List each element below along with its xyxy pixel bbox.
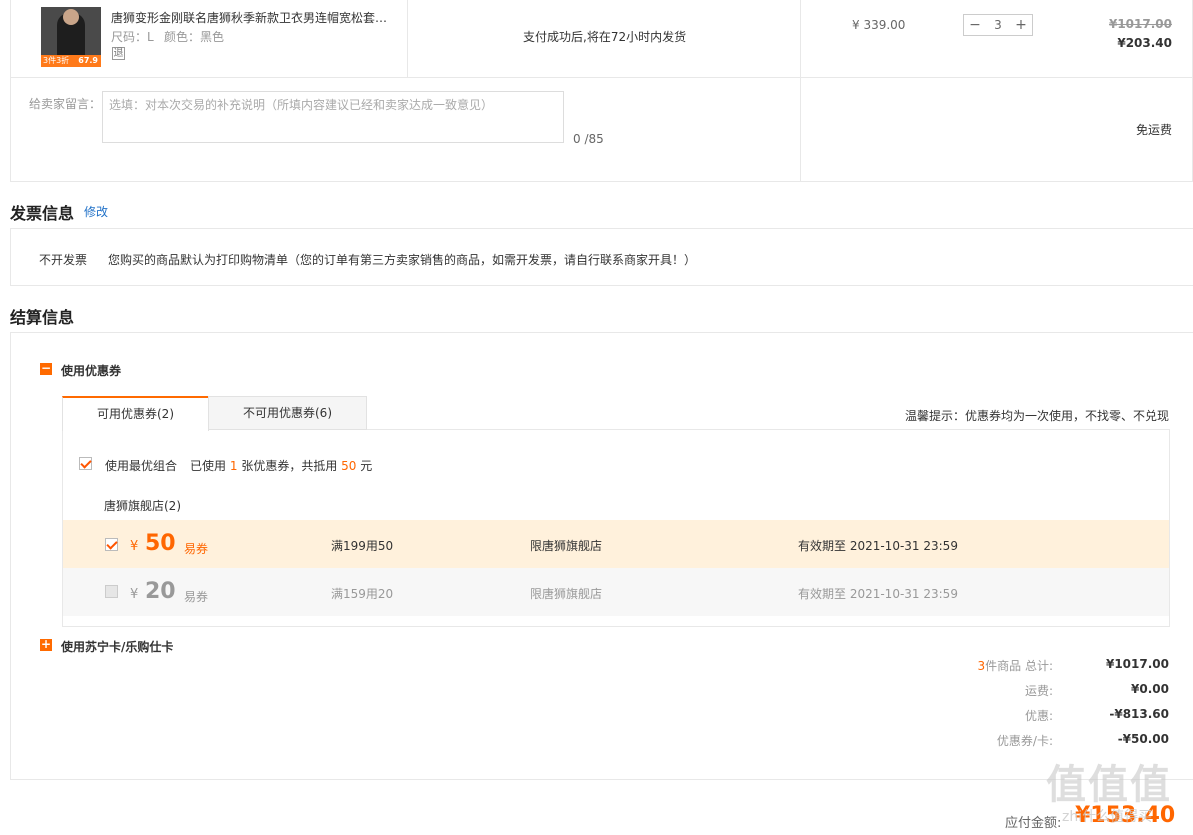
shipping-fee: 免运费	[1135, 123, 1172, 137]
summary-item-count: 3	[977, 659, 986, 673]
coupon-scope: 限唐狮旗舰店	[530, 587, 603, 601]
watermark-text: zhi什么值得买	[1062, 809, 1153, 825]
line-total: ¥203.40	[1117, 36, 1172, 50]
coupon-tip: 温馨提示：优惠券均为一次使用，不找零、不兑现	[904, 409, 1169, 423]
store-group-label: 唐狮旗舰店(2)	[104, 499, 181, 513]
quantity-minus-button[interactable]: −	[964, 15, 986, 35]
return-icon: 退	[112, 47, 125, 60]
shipping-note: 支付成功后,将在72小时内发货	[523, 30, 687, 44]
used-count: 1	[229, 459, 238, 473]
original-total: ¥1017.00	[1108, 17, 1172, 31]
used-amount: 50	[341, 459, 357, 473]
summary-coupon-label: 优惠券/卡:	[996, 734, 1053, 748]
thumb-badge-price: 67.9	[78, 56, 98, 65]
invoice-title: 发票信息	[10, 204, 75, 223]
quantity-plus-button[interactable]: +	[1010, 15, 1032, 35]
summary-discount-label: 优惠:	[1024, 709, 1053, 723]
quantity-stepper[interactable]: − 3 +	[963, 14, 1033, 36]
tab-available-coupons[interactable]: 可用优惠券(2)	[62, 396, 209, 431]
used-prefix: 已使用	[190, 459, 227, 473]
quantity-value[interactable]: 3	[986, 18, 1010, 32]
product-size: 尺码：L	[111, 30, 154, 44]
thumb-head	[63, 9, 79, 25]
message-input[interactable]: 选填：对本次交易的补充说明（所填内容建议已经和卖家达成一致意见）	[102, 91, 564, 143]
coupon-amount: 20	[145, 579, 176, 604]
used-summary: 已使用 1 张优惠券，共抵用 50 元	[190, 457, 372, 474]
used-mid: 张优惠券，共抵用	[241, 459, 338, 473]
coupon-currency: ¥	[130, 539, 139, 554]
coupon-currency: ¥	[130, 587, 139, 602]
coupon-condition: 满199用50	[331, 539, 394, 553]
summary-total: ¥1017.00	[1105, 657, 1169, 671]
coupon-row[interactable]: ¥ 50 易券 满199用50 限唐狮旗舰店 有效期至 2021-10-31 2…	[63, 520, 1169, 568]
used-suffix: 元	[360, 459, 373, 473]
product-title[interactable]: 唐狮变形金刚联名唐狮秋季新款卫衣男连帽宽松套…	[111, 9, 401, 26]
summary-coupon: -¥50.00	[1117, 732, 1169, 746]
invoice-type: 不开发票	[39, 253, 88, 267]
card-toggle[interactable]: 使用苏宁卡/乐购仕卡	[61, 638, 173, 655]
summary-discount: -¥813.60	[1109, 707, 1169, 721]
summary-count-label: 3件商品 总计:	[913, 657, 1054, 674]
expand-icon[interactable]: +	[40, 638, 52, 651]
product-thumbnail[interactable]: 3件3折 67.9	[41, 7, 101, 67]
watermark-logo: 值值值	[1046, 762, 1172, 808]
best-combo-label[interactable]: 使用最优组合	[105, 457, 177, 474]
coupon-expiry: 有效期至 2021-10-31 23:59	[798, 587, 958, 601]
message-label: 给卖家留言：	[29, 97, 102, 111]
summary-count-text: 件商品 总计:	[985, 659, 1053, 673]
col-divider	[407, 0, 408, 78]
coupon-condition: 满159用20	[331, 587, 394, 601]
invoice-edit-link[interactable]: 修改	[84, 203, 108, 220]
unit-price: ¥ 339.00	[852, 18, 906, 32]
coupon-checkbox[interactable]	[105, 585, 118, 598]
coupon-kind: 易券	[184, 590, 209, 604]
coupon-checkbox[interactable]	[105, 538, 118, 551]
coupon-row[interactable]: ¥ 20 易券 满159用20 限唐狮旗舰店 有效期至 2021-10-31 2…	[63, 568, 1169, 616]
tab-unavailable-coupons[interactable]: 不可用优惠券(6)	[208, 396, 367, 430]
message-counter: 0 /85	[573, 132, 604, 146]
summary-shipping-label: 运费:	[1024, 684, 1053, 698]
product-color: 颜色：黑色	[164, 30, 225, 44]
thumb-badge-prefix: 3件3折	[43, 56, 70, 65]
coupon-kind: 易券	[184, 542, 209, 556]
collapse-icon[interactable]: −	[40, 362, 52, 375]
coupon-expiry: 有效期至 2021-10-31 23:59	[798, 539, 958, 553]
thumb-price-tag: 3件3折 67.9	[41, 55, 101, 67]
coupon-scope: 限唐狮旗舰店	[530, 539, 603, 553]
invoice-note: 您购买的商品默认为打印购物清单（您的订单有第三方卖家销售的商品，如需开发票，请自…	[108, 253, 697, 267]
coupon-toggle[interactable]: 使用优惠券	[61, 362, 121, 379]
best-combo-checkbox[interactable]	[79, 457, 92, 470]
payable-label: 应付金额:	[1005, 816, 1062, 831]
settlement-title: 结算信息	[10, 308, 75, 327]
coupon-amount: 50	[145, 531, 176, 556]
summary-shipping: ¥0.00	[1131, 682, 1169, 696]
